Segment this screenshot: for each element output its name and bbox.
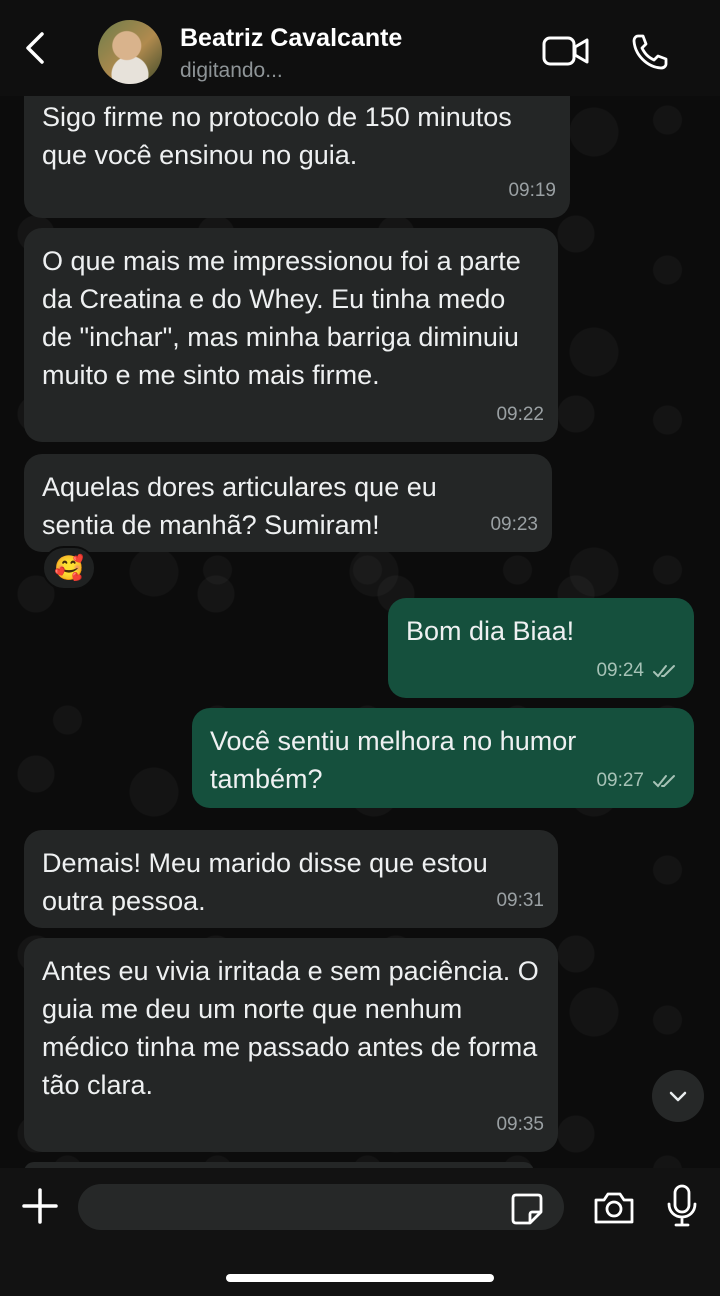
chat-header: Beatriz Cavalcante digitando... (0, 0, 720, 96)
home-indicator[interactable] (226, 1274, 494, 1282)
timestamp: 09:19 (508, 180, 556, 201)
message-bubble-incoming[interactable]: Sigo firme no protocolo de 150 minutos q… (24, 80, 570, 218)
message-time: 09:27 (596, 762, 680, 800)
message-text: Bom dia Biaa! (406, 616, 575, 646)
message-text: O que mais me impressionou foi a parte d… (42, 246, 529, 390)
double-check-icon (653, 665, 675, 678)
phone-icon (632, 34, 668, 70)
double-check-icon (653, 775, 675, 788)
message-time: 09:22 (496, 396, 544, 434)
timestamp: 09:35 (496, 1114, 544, 1135)
sticker-button[interactable] (510, 1192, 544, 1226)
message-bubble-incoming[interactable]: Aquelas dores articulares que eu sentia … (24, 454, 552, 552)
video-call-button[interactable] (542, 34, 590, 68)
avatar[interactable] (98, 20, 162, 84)
message-time: 09:31 (496, 882, 544, 920)
message-text: Aquelas dores articulares que eu sentia … (42, 472, 445, 540)
camera-icon (594, 1192, 634, 1224)
microphone-button[interactable] (666, 1184, 698, 1228)
message-bubble-outgoing[interactable]: Bom dia Biaa! 09:24 (388, 598, 694, 698)
timestamp: 09:23 (490, 514, 538, 535)
message-time: 09:24 (596, 652, 680, 690)
microphone-icon (667, 1184, 697, 1227)
chevron-down-icon (669, 1091, 687, 1102)
chevron-left-icon (26, 32, 44, 64)
message-text: Antes eu vivia irritada e sem paciência.… (42, 956, 547, 1100)
contact-status: digitando... (180, 59, 283, 82)
video-camera-icon (542, 36, 589, 66)
timestamp: 09:22 (496, 404, 544, 425)
message-bubble-incoming[interactable]: Antes eu vivia irritada e sem paciência.… (24, 938, 558, 1152)
contact-name[interactable]: Beatriz Cavalcante (180, 24, 402, 53)
message-text: Demais! Meu marido disse que estou outra… (42, 848, 496, 916)
plus-icon (22, 1188, 58, 1224)
message-text: Sigo firme no protocolo de 150 minutos q… (42, 102, 520, 170)
attach-button[interactable] (20, 1186, 60, 1226)
camera-button[interactable] (592, 1190, 636, 1226)
message-bubble-incoming[interactable]: Demais! Meu marido disse que estou outra… (24, 830, 558, 928)
sticker-icon (511, 1193, 543, 1225)
message-reaction[interactable]: 🥰 (42, 546, 96, 590)
message-time: 09:23 (490, 506, 538, 544)
message-bubble-outgoing[interactable]: Você sentiu melhora no humor também? 09:… (192, 708, 694, 808)
message-input[interactable] (78, 1184, 564, 1230)
message-time: 09:35 (496, 1106, 544, 1144)
message-time: 09:19 (508, 172, 556, 210)
timestamp: 09:24 (596, 660, 644, 681)
voice-call-button[interactable] (630, 32, 670, 72)
timestamp: 09:31 (496, 890, 544, 911)
timestamp: 09:27 (596, 770, 644, 791)
back-button[interactable] (18, 30, 54, 66)
scroll-to-bottom-button[interactable] (652, 1070, 704, 1122)
smiling-face-hearts-emoji: 🥰 (54, 554, 84, 582)
message-bubble-incoming[interactable]: O que mais me impressionou foi a parte d… (24, 228, 558, 442)
